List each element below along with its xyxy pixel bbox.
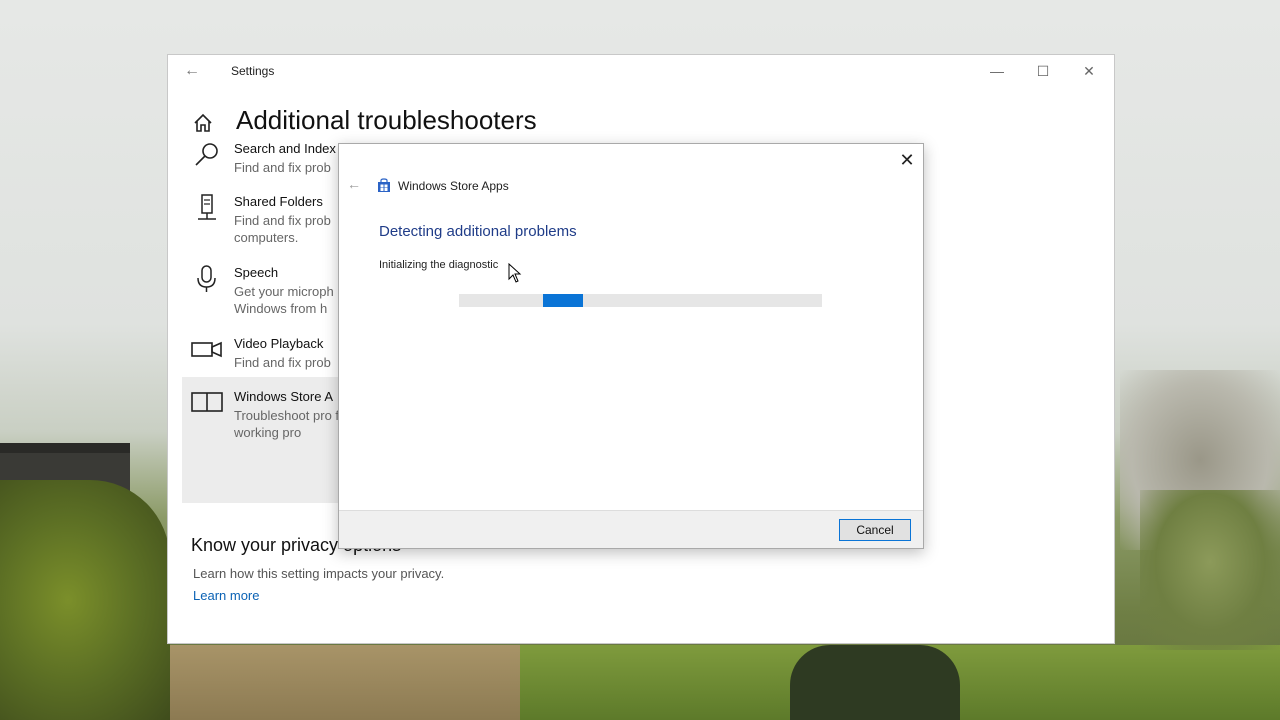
store-apps-icon — [191, 392, 223, 412]
window-title: Settings — [231, 64, 275, 78]
cancel-button[interactable]: Cancel — [839, 519, 911, 541]
search-icon — [195, 143, 218, 166]
titlebar: ← Settings — ☐ ✕ — [168, 55, 1114, 87]
back-arrow-icon[interactable]: ← — [184, 61, 204, 81]
minimize-button[interactable]: — — [974, 55, 1020, 87]
dialog-footer: Cancel — [339, 510, 923, 548]
troubleshooter-name: Video Playback — [234, 336, 324, 351]
privacy-description: Learn how this setting impacts your priv… — [193, 566, 445, 581]
troubleshooter-name: Shared Folders — [234, 194, 323, 209]
progress-indicator — [543, 294, 583, 307]
learn-more-link[interactable]: Learn more — [193, 588, 259, 603]
dialog-heading: Detecting additional problems — [379, 223, 577, 240]
dialog-close-button[interactable]: ✕ — [895, 148, 919, 172]
home-icon[interactable] — [192, 112, 214, 134]
dialog-status-text: Initializing the diagnostic — [379, 259, 499, 271]
dialog-app-name: Windows Store Apps — [398, 179, 509, 193]
wallpaper-tree — [790, 645, 960, 720]
wallpaper-olive-tree — [1140, 490, 1280, 650]
server-icon — [198, 194, 216, 220]
troubleshooter-name: Search and Index — [234, 141, 336, 156]
wallpaper-shed-roof — [0, 443, 130, 453]
microphone-icon — [197, 265, 216, 292]
progress-bar — [459, 294, 822, 307]
video-camera-icon — [191, 341, 222, 358]
wallpaper-bush — [0, 480, 170, 720]
wallpaper-path — [170, 645, 520, 720]
troubleshooter-name: Windows Store A — [234, 389, 333, 404]
troubleshooter-name: Speech — [234, 265, 279, 280]
page-title: Additional troubleshooters — [236, 105, 537, 135]
maximize-button[interactable]: ☐ — [1020, 55, 1066, 87]
dialog-back-arrow-icon[interactable]: ← — [347, 176, 361, 192]
mouse-cursor-icon — [508, 263, 522, 283]
troubleshooter-dialog: ✕ ← Windows Store Apps Detecting additio… — [338, 143, 924, 549]
store-bag-icon — [378, 178, 390, 192]
close-button[interactable]: ✕ — [1066, 55, 1112, 87]
